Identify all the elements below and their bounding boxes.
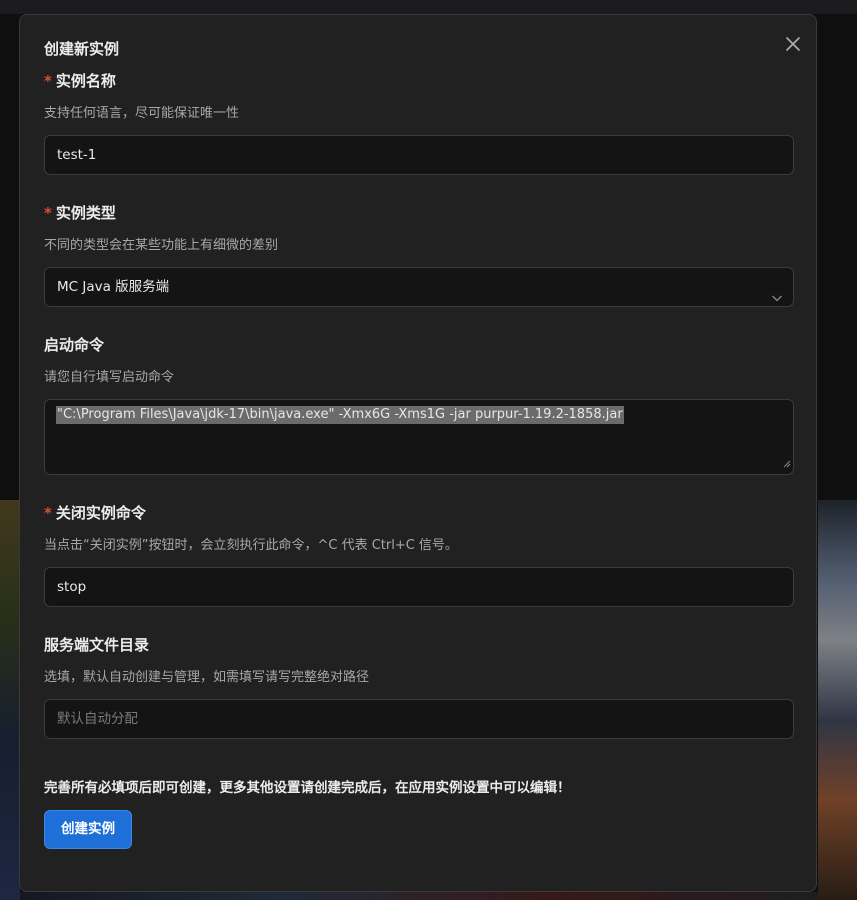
instance-name-input[interactable] xyxy=(44,135,794,175)
footer-note: 完善所有必填项后即可创建，更多其他设置请创建完成后，在应用实例设置中可以编辑！ xyxy=(44,780,571,796)
stop-command-label: * 关闭实例命令 xyxy=(44,504,146,522)
instance-type-description: 不同的类型会在某些功能上有细微的差别 xyxy=(44,238,279,253)
start-command-description: 请您自行填写启动命令 xyxy=(44,370,175,385)
instance-type-select[interactable]: MC Java 版服务端 xyxy=(44,267,794,307)
background-artwork-left xyxy=(0,500,20,900)
instance-name-label: * 实例名称 xyxy=(44,72,116,90)
create-instance-dialog: 创建新实例 *实例名称 支持任何语言，尽可能保证唯一性 *实例类型 不同的类型会… xyxy=(19,14,817,892)
background-artwork-bottom xyxy=(20,892,818,900)
background-topbar xyxy=(0,0,857,14)
create-instance-button[interactable]: 创建实例 xyxy=(44,810,132,849)
server-directory-input[interactable] xyxy=(44,699,794,739)
resize-handle-icon[interactable] xyxy=(783,453,791,472)
background-artwork-right xyxy=(818,500,857,900)
server-directory-label: 服务端文件目录 xyxy=(44,636,150,654)
start-command-label: 启动命令 xyxy=(44,336,105,354)
start-command-textarea[interactable]: "C:\Program Files\Java\jdk-17\bin\java.e… xyxy=(44,399,794,475)
stop-command-input[interactable] xyxy=(44,567,794,607)
server-directory-description: 选填，默认自动创建与管理，如需填写请写完整绝对路径 xyxy=(44,670,370,685)
required-marker: * xyxy=(44,72,52,90)
start-command-value: "C:\Program Files\Java\jdk-17\bin\java.e… xyxy=(56,406,624,424)
required-marker: * xyxy=(44,204,52,222)
instance-type-value: MC Java 版服务端 xyxy=(57,279,170,295)
close-icon[interactable] xyxy=(782,33,804,55)
instance-name-description: 支持任何语言，尽可能保证唯一性 xyxy=(44,106,240,121)
dialog-title: 创建新实例 xyxy=(44,40,120,58)
chevron-down-icon xyxy=(771,281,783,319)
required-marker: * xyxy=(44,504,52,522)
stop-command-description: 当点击“关闭实例”按钮时，会立刻执行此命令，^C 代表 Ctrl+C 信号。 xyxy=(44,538,458,553)
instance-type-label: * 实例类型 xyxy=(44,204,116,222)
